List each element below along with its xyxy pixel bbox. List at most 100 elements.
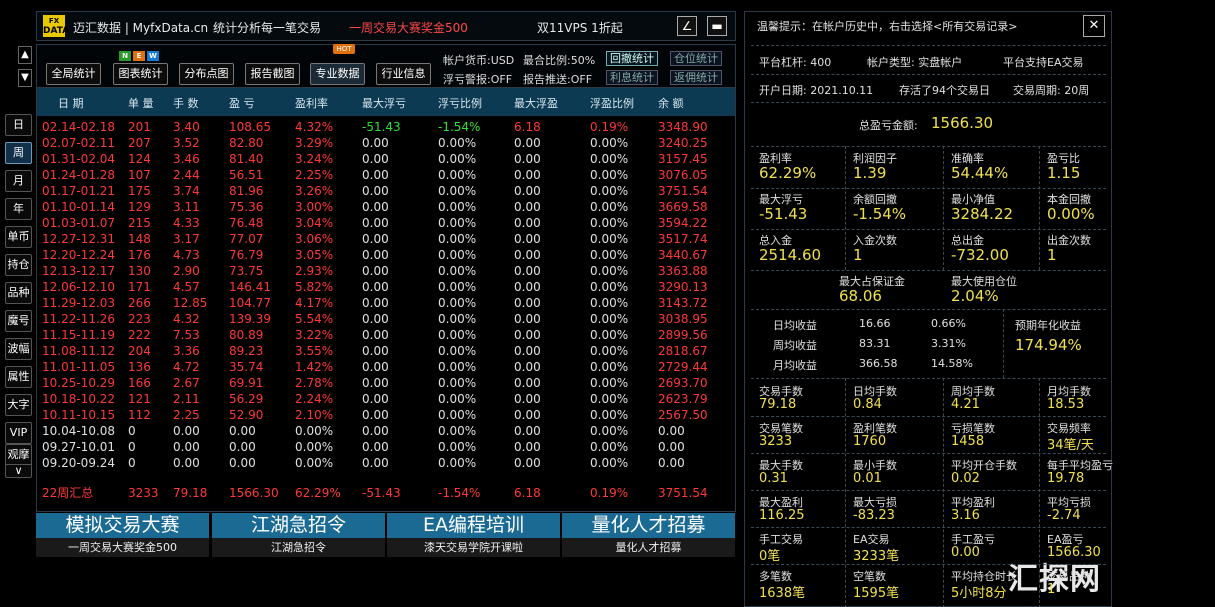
table-row[interactable]: 10.04-10.08 0 0.00 0.00 0.00% 0.00 0.00% 0.00 0.… xyxy=(37,423,735,439)
table-cell: 3.06% xyxy=(295,232,334,246)
banner-1[interactable]: 江湖急招令 江湖急招令 xyxy=(212,513,385,557)
col-header-7[interactable]: 最大浮盈 xyxy=(514,95,558,111)
table-cell: 0.00% xyxy=(438,280,477,294)
table-row[interactable]: 01.31-02.04 124 3.46 81.40 3.24% 0.00 0.00% 0.0… xyxy=(37,151,735,167)
col-header-8[interactable]: 浮盈比例 xyxy=(590,95,634,111)
col-header-1[interactable]: 单 量 xyxy=(128,95,154,111)
table-row[interactable]: 12.06-12.10 171 4.57 146.41 5.82% 0.00 0.00% 0.… xyxy=(37,279,735,295)
col-header-0[interactable]: 日 期 xyxy=(58,95,84,111)
table-row[interactable]: 01.10-01.14 129 3.11 75.36 3.00% 0.00 0.00% 0.0… xyxy=(37,199,735,215)
pro-data-button[interactable]: 专业数据 xyxy=(310,63,365,85)
col-header-4[interactable]: 盈利率 xyxy=(295,95,328,111)
stat-value: 1760 xyxy=(853,434,887,449)
table-row[interactable]: 11.29-12.03 266 12.85 104.77 4.17% 0.00 0.00% 0… xyxy=(37,295,735,311)
distribution-chart-button[interactable]: 分布点图 xyxy=(179,63,234,85)
stat-value: 1.39 xyxy=(853,164,887,182)
side-nav-11[interactable]: VIP xyxy=(5,422,32,444)
col-header-5[interactable]: 最大浮亏 xyxy=(362,95,406,111)
table-row[interactable]: 11.08-11.12 204 3.36 89.23 3.55% 0.00 0.00% 0.0… xyxy=(37,343,735,359)
table-row[interactable]: 02.07-02.11 207 3.52 82.80 3.29% 0.00 0.00% 0.0… xyxy=(37,135,735,151)
table-row[interactable]: 01.03-01.07 215 4.33 76.48 3.04% 0.00 0.00% 0.0… xyxy=(37,215,735,231)
table-row[interactable]: 10.11-10.15 112 2.25 52.90 2.10% 0.00 0.00% 0.0… xyxy=(37,407,735,423)
table-cell: 3.05% xyxy=(295,248,334,262)
table-cell: 171 xyxy=(128,280,151,294)
minimize-icon[interactable]: ▬ xyxy=(707,16,727,36)
side-nav-10[interactable]: 大字 xyxy=(5,394,32,416)
banner-0[interactable]: 模拟交易大赛 一周交易大赛奖金500 xyxy=(36,513,209,557)
scroll-up-arrow-icon[interactable]: ▲ xyxy=(18,46,32,64)
side-nav-2[interactable]: 月 xyxy=(5,170,32,192)
col-header-3[interactable]: 盈 亏 xyxy=(229,95,255,111)
stat-value: 3233 xyxy=(759,434,793,449)
table-cell: 0.00% xyxy=(438,360,477,374)
table-row[interactable]: 02.14-02.18 201 3.40 108.65 4.32% -51.43 -1.54… xyxy=(37,119,735,135)
table-row[interactable]: 09.27-10.01 0 0.00 0.00 0.00% 0.00 0.00% 0.00 0.… xyxy=(37,439,735,455)
side-nav-6[interactable]: 品种 xyxy=(5,282,32,304)
table-row[interactable]: 12.27-12.31 148 3.17 77.07 3.06% 0.00 0.00% 0.0… xyxy=(37,231,735,247)
side-nav-12[interactable]: 观摩 xyxy=(5,444,32,466)
side-nav-3[interactable]: 年 xyxy=(5,198,32,220)
table-cell: 73.75 xyxy=(229,264,264,278)
summary-cell: 3233 xyxy=(128,486,159,500)
vps-link[interactable]: 双11VPS 1折起 xyxy=(537,19,623,36)
close-icon[interactable]: ✕ xyxy=(1083,15,1105,37)
side-nav-0[interactable]: 日 xyxy=(5,114,32,136)
report-screenshot-button[interactable]: 报告截图 xyxy=(245,63,300,85)
side-nav-more-icon[interactable]: ∨ xyxy=(5,464,32,478)
table-cell: 0.00% xyxy=(438,328,477,342)
table-row[interactable]: 09.20-09.24 0 0.00 0.00 0.00% 0.00 0.00% 0.00 0.… xyxy=(37,455,735,471)
scroll-down-arrow-icon[interactable]: ▼ xyxy=(18,69,32,87)
side-nav-7[interactable]: 魔号 xyxy=(5,310,32,332)
table-row[interactable]: 11.22-11.26 223 4.32 139.39 5.54% 0.00 0.00% 0.… xyxy=(37,311,735,327)
edit-icon[interactable]: ∠ xyxy=(677,16,697,36)
summary-cell: -1.54% xyxy=(438,486,481,500)
side-nav-1[interactable]: 周 xyxy=(5,142,32,164)
hot-badge: HOT xyxy=(333,44,355,54)
banner-3[interactable]: 量化人才招募 量化人才招募 xyxy=(562,513,735,557)
table-cell: 2623.79 xyxy=(658,392,708,406)
col-header-2[interactable]: 手 数 xyxy=(173,95,199,111)
chart-stats-button[interactable]: 图表统计 xyxy=(113,63,168,85)
table-row[interactable]: 10.25-10.29 166 2.67 69.91 2.78% 0.00 0.00% 0.0… xyxy=(37,375,735,391)
table-row[interactable]: 01.24-01.28 107 2.44 56.51 2.25% 0.00 0.00% 0.0… xyxy=(37,167,735,183)
table-cell: 112 xyxy=(128,408,151,422)
stat-value: -1.54% xyxy=(853,205,907,223)
table-row[interactable]: 12.13-12.17 130 2.90 73.75 2.93% 0.00 0.00% 0.0… xyxy=(37,263,735,279)
table-cell: 01.03-01.07 xyxy=(42,216,116,230)
table-row[interactable]: 01.17-01.21 175 3.74 81.96 3.26% 0.00 0.00% 0.0… xyxy=(37,183,735,199)
global-stats-button[interactable]: 全局统计 xyxy=(46,63,101,85)
side-nav-9[interactable]: 属性 xyxy=(5,366,32,388)
table-row[interactable]: 10.18-10.22 121 2.11 56.29 2.24% 0.00 0.00% 0.0… xyxy=(37,391,735,407)
position-stats-button[interactable]: 仓位统计 xyxy=(670,51,722,66)
float-loss-alert[interactable]: 浮亏警报:OFF xyxy=(443,71,512,87)
promo-link[interactable]: 一周交易大赛奖金500 xyxy=(349,19,468,36)
industry-info-button[interactable]: 行业信息 xyxy=(376,63,431,85)
side-nav-4[interactable]: 单币 xyxy=(5,226,32,248)
side-nav-8[interactable]: 波幅 xyxy=(5,338,32,360)
col-header-9[interactable]: 余 额 xyxy=(658,95,684,111)
banner-2[interactable]: EA编程培训 漆天交易学院开课啦 xyxy=(387,513,560,557)
report-push[interactable]: 报告推送:OFF xyxy=(523,71,592,87)
table-cell: 0.00% xyxy=(590,280,629,294)
rebate-stats-button[interactable]: 返佣统计 xyxy=(670,70,722,85)
table-cell: 0.00 xyxy=(514,248,541,262)
table-cell: 0 xyxy=(128,424,136,438)
table-row[interactable]: 11.01-11.05 136 4.72 35.74 1.42% 0.00 0.00% 0.0… xyxy=(37,359,735,375)
table-cell: 0.00 xyxy=(514,344,541,358)
col-header-6[interactable]: 浮亏比例 xyxy=(438,95,482,111)
side-nav-5[interactable]: 持仓 xyxy=(5,254,32,276)
drawdown-stats-button[interactable]: 回撤统计 xyxy=(606,51,658,66)
table-cell: 3517.74 xyxy=(658,232,708,246)
table-cell: 2693.70 xyxy=(658,376,708,390)
table-cell: 0.00% xyxy=(438,216,477,230)
table-cell: 0.00 xyxy=(658,424,685,438)
table-cell: 7.53 xyxy=(173,328,200,342)
table-row[interactable]: 12.20-12.24 176 4.73 76.79 3.05% 0.00 0.00% 0.0… xyxy=(37,247,735,263)
interest-stats-button[interactable]: 利息统计 xyxy=(606,70,658,85)
banner-subtitle: 量化人才招募 xyxy=(562,538,735,557)
tip-text: 温馨提示：在帐户历史中，右击选择<所有交易记录> xyxy=(757,20,1018,33)
table-header: 日 期 单 量 手 数 盈 亏 盈利率 最大浮亏 浮亏比例 最大浮盈 浮盈比例 余 额 xyxy=(37,88,735,116)
summary-cell: 62.29% xyxy=(295,486,341,500)
table-row[interactable]: 11.15-11.19 222 7.53 80.89 3.22% 0.00 0.00% 0.0… xyxy=(37,327,735,343)
table-cell: 12.20-12.24 xyxy=(42,248,116,262)
